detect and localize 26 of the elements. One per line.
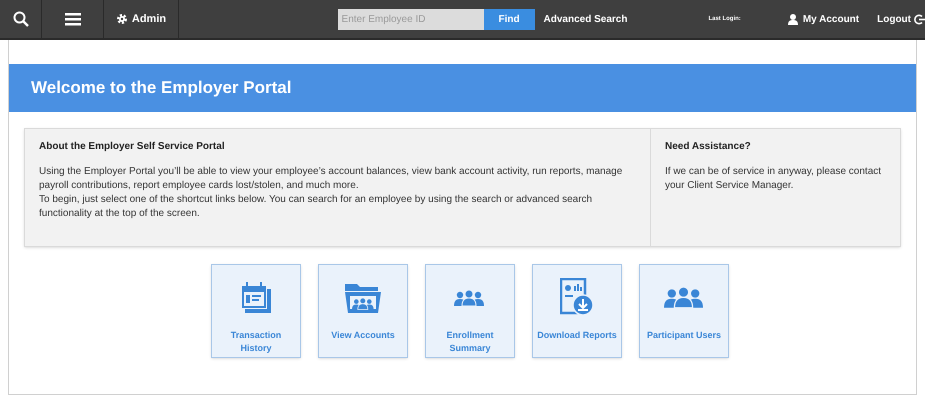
shortcut-tile[interactable]: View Accounts bbox=[318, 264, 408, 358]
search-icon[interactable] bbox=[12, 11, 28, 27]
shortcut-tile[interactable]: Enrollment Summary bbox=[425, 264, 515, 358]
employee-id-field[interactable]: Enter Employee ID bbox=[338, 8, 484, 30]
logout-icon bbox=[914, 14, 925, 24]
shortcut-tile[interactable]: Download Reports bbox=[532, 264, 622, 358]
assistance-text: If we can be of service in anyway, please contact your Client Service Manager. bbox=[665, 165, 882, 193]
assistance-title: Need Assistance? bbox=[665, 140, 752, 154]
find-button[interactable]: Find bbox=[484, 8, 535, 30]
people-icon bbox=[664, 287, 704, 309]
person-icon bbox=[788, 14, 798, 24]
banner-title: Welcome to the Employer Portal bbox=[31, 77, 292, 100]
gear-icon bbox=[116, 13, 128, 25]
people-icon bbox=[454, 290, 486, 306]
about-paragraph: Using the Employer Portal you’ll be able to view your employee’s account balances, view bank account activity, run reports, manage payroll contributions, report employee cards lost/stolen, and much more. bbox=[39, 165, 624, 193]
about-paragraph: To begin, just select one of the shortcut links below. You can search for an employee by using the search or advanced search functionality at the top of the screen. bbox=[39, 193, 594, 221]
shortcut-tile[interactable]: Participant Users bbox=[639, 264, 729, 358]
advanced-search-link[interactable]: Advanced Search bbox=[544, 12, 628, 26]
logout-button[interactable]: Logout bbox=[877, 12, 925, 26]
folder-icon bbox=[343, 282, 383, 314]
my-account-button[interactable]: My Account bbox=[788, 12, 860, 26]
admin-menu[interactable]: Admin bbox=[116, 10, 166, 28]
calendar-icon bbox=[239, 281, 273, 315]
menu-icon[interactable] bbox=[64, 12, 80, 26]
shortcut-tile[interactable]: Transaction History bbox=[211, 264, 301, 358]
about-title: About the Employer Self Service Portal bbox=[39, 140, 226, 154]
